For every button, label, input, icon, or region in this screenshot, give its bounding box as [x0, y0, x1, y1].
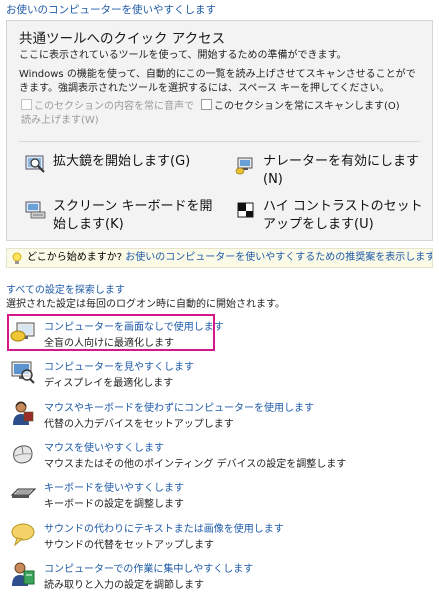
highlight-box — [7, 314, 215, 351]
scan-checkbox-label: このセクションを常にスキャンします(O) — [214, 101, 400, 112]
explore-settings-note: 選択された設定は毎回のログオン時に自動的に開始されます。 — [6, 299, 285, 310]
read-aloud-checkbox-box[interactable] — [21, 99, 32, 110]
setting-easier-to-see[interactable]: コンピューターを見やすくします ディスプレイを最適化します — [8, 356, 428, 390]
setting-mouse-easier[interactable]: マウスを使いやすくします マウスまたはその他のポインティング デバイスの設定を調… — [8, 437, 428, 471]
explore-all-settings-link[interactable]: すべての設定を探索します — [6, 281, 125, 296]
setting-text-instead-of-sound[interactable]: サウンドの代わりにテキストまたは画像を使用します サウンドの代替をセットアップし… — [8, 518, 428, 552]
enable-narrator-button[interactable]: ナレーターを有効にします (N) — [235, 153, 430, 193]
keyboard-icon — [10, 488, 36, 498]
setting-without-mouse-keyboard[interactable]: マウスやキーボードを使わずにコンピューターを使用します 代替の入力デバイスをセッ… — [8, 397, 428, 431]
setting-description: サウンドの代替をセットアップします — [44, 540, 214, 551]
monitor-magnifier-icon — [11, 361, 35, 384]
setup-high-contrast-label: ハイ コントラストのセットアップをします(U) — [263, 199, 423, 232]
quick-access-desc-line1: ここに表示されているツールを使って、開始するための準備ができます。 — [19, 50, 347, 61]
setting-description: 代替の入力デバイスをセットアップします — [44, 419, 234, 430]
setting-title[interactable]: キーボードを使いやすくします — [44, 479, 184, 494]
recommendation-tip-bar: どこから始めますか? お使いのコンピューターを使いやすくするための推奨案を表示し… — [6, 248, 433, 268]
start-magnifier-button[interactable]: 拡大鏡を開始します(G) — [25, 153, 215, 177]
start-magnifier-label: 拡大鏡を開始します(G) — [53, 154, 191, 169]
tip-prefix: どこから始めますか? — [27, 252, 123, 263]
onscreen-keyboard-icon — [25, 201, 46, 219]
setting-title[interactable]: マウスを使いやすくします — [44, 439, 164, 454]
setting-description: 読み取りと入力の設定を調節します — [44, 580, 204, 591]
setting-description: キーボードの設定を調整します — [44, 499, 184, 510]
user-headset-icon — [13, 401, 34, 425]
setting-focus-on-tasks[interactable]: コンピューターでの作業に集中しやすくします 読み取りと入力の設定を調節します — [8, 558, 428, 592]
quick-access-title: 共通ツールへのクイック アクセス — [19, 31, 226, 47]
quick-access-panel: 共通ツールへのクイック アクセス ここに表示されているツールを使って、開始するた… — [6, 20, 433, 241]
narrator-icon — [235, 157, 253, 175]
scan-checkbox[interactable]: このセクションを常にスキャンします(O) — [201, 99, 400, 114]
setting-title[interactable]: コンピューターでの作業に集中しやすくします — [44, 560, 253, 575]
high-contrast-icon — [237, 202, 254, 218]
read-aloud-checkbox-label: このセクションの内容を常に音声で読み上げます(W) — [21, 101, 194, 126]
setup-high-contrast-button[interactable]: ハイ コントラストのセットアップをします(U) — [235, 198, 430, 238]
user-book-icon — [12, 562, 35, 586]
make-computer-easier-link[interactable]: お使いのコンピューターを使いやすくします — [6, 2, 216, 17]
read-aloud-checkbox[interactable]: このセクションの内容を常に音声で読み上げます(W) — [21, 99, 201, 128]
setting-title[interactable]: コンピューターを見やすくします — [44, 358, 194, 373]
quick-access-desc-line2: Windows の機能を使って、自動的にこの一覧を読み上げさせてスキャンさせるこ… — [19, 69, 416, 94]
quick-access-divider — [19, 141, 420, 142]
recommendations-link[interactable]: お使いのコンピューターを使いやすくするための推奨案を表示します(R) — [125, 252, 432, 263]
setting-description: マウスまたはその他のポインティング デバイスの設定を調整します — [44, 459, 347, 470]
lightbulb-icon — [12, 252, 22, 264]
enable-narrator-label: ナレーターを有効にします (N) — [263, 154, 420, 187]
mouse-icon — [13, 445, 33, 464]
start-onscreen-keyboard-label: スクリーン キーボードを開始します(K) — [53, 199, 213, 232]
setting-description: ディスプレイを最適化します — [44, 378, 174, 389]
setting-title[interactable]: マウスやキーボードを使わずにコンピューターを使用します — [44, 399, 314, 414]
quick-access-description: ここに表示されているツールを使って、開始するための準備ができます。 Window… — [19, 49, 425, 101]
start-onscreen-keyboard-button[interactable]: スクリーン キーボードを開始します(K) — [25, 198, 225, 238]
magnifier-icon — [25, 155, 45, 173]
setting-keyboard-easier[interactable]: キーボードを使いやすくします キーボードの設定を調整します — [8, 477, 428, 511]
speech-bubble-icon — [11, 523, 35, 547]
setting-title[interactable]: サウンドの代わりにテキストまたは画像を使用します — [44, 520, 284, 535]
scan-checkbox-box[interactable] — [201, 99, 212, 110]
